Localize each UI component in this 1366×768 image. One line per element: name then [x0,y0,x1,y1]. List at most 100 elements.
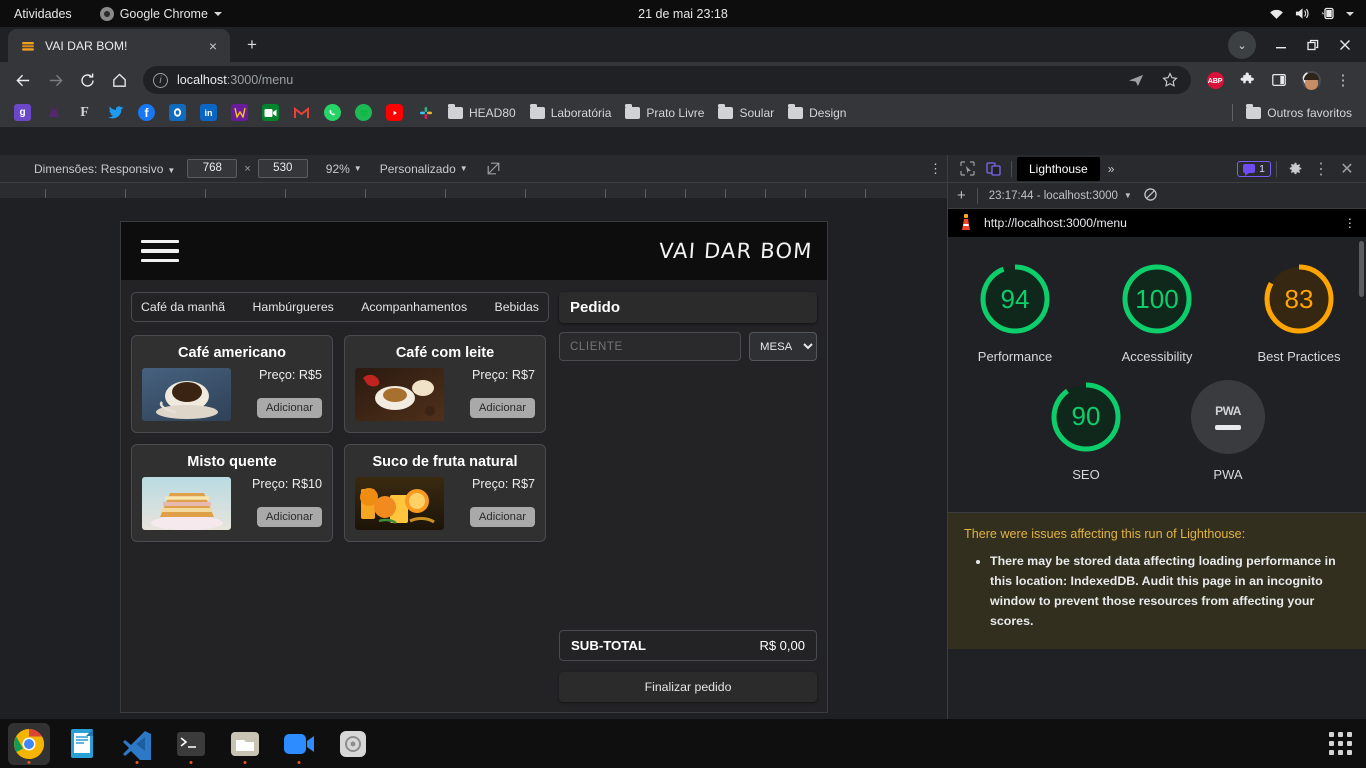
adblock-plus-icon[interactable]: ABP [1200,65,1230,95]
bookmark-bucks[interactable] [38,101,69,125]
app-menu[interactable]: Google Chrome [99,6,222,21]
gauge-ring: 83 [1262,262,1336,336]
inspect-icon[interactable] [954,158,980,180]
bookmark-linkedin[interactable]: in [193,101,224,125]
bookmark-youtube[interactable] [379,101,410,125]
tab-strip: VAI DAR BOM! × + ⌄ [0,27,1366,62]
chevron-down-icon[interactable]: ⌄ [1228,31,1256,59]
x-separator: × [244,162,251,175]
dock-item-files[interactable] [224,723,266,765]
gauge-seo[interactable]: 90 SEO [1032,380,1140,486]
other-bookmarks-button[interactable]: Outros favoritos [1239,101,1359,125]
width-input[interactable]: 768 [187,159,238,178]
dock-item-vscode[interactable] [116,723,158,765]
new-run-button[interactable]: + [957,187,966,204]
bookmark-folder-design[interactable]: Design [781,101,853,125]
gauge-accessibility[interactable]: 100 Accessibility [1103,262,1211,368]
add-button[interactable]: Adicionar [256,398,322,418]
bookmark-folder-head80[interactable]: HEAD80 [441,101,523,125]
close-icon[interactable]: × [204,38,222,54]
tab-lighthouse[interactable]: Lighthouse [1017,156,1100,181]
dock-item-chrome[interactable] [8,722,50,765]
maximize-button[interactable] [1298,31,1328,59]
run-selector[interactable]: 23:17:44 - localhost:3000 [989,190,1118,202]
show-applications-icon[interactable] [1329,732,1352,755]
lighthouse-report-body[interactable]: 94 Performance 100 Accessibility 83 Best… [948,237,1366,746]
system-tray[interactable] [1269,7,1366,20]
no-entry-icon[interactable] [1144,187,1157,204]
share-icon[interactable] [1121,65,1151,95]
hamburger-menu-icon[interactable] [141,234,179,269]
tab-bebidas[interactable]: Bebidas [495,300,539,314]
back-icon[interactable] [8,65,38,95]
devtools-menu-icon[interactable]: ⋮ [1308,158,1334,180]
dock-item-settings[interactable] [332,723,374,765]
bookmark-folder-prato-livre[interactable]: Prato Livre [618,101,711,125]
dock-item-terminal[interactable] [170,723,212,765]
home-icon[interactable] [104,65,134,95]
close-icon[interactable]: ✕ [1334,158,1360,180]
tab-acompanhamentos[interactable]: Acompanhamentos [361,300,467,314]
finish-order-button[interactable]: Finalizar pedido [559,672,817,702]
dock-item-zoom[interactable] [278,723,320,765]
scrollbar-thumb[interactable] [1359,241,1364,297]
add-button[interactable]: Adicionar [469,507,535,527]
tab-cafe-da-manha[interactable]: Café da manhã [141,300,225,314]
height-input[interactable]: 530 [257,159,308,178]
dock-item-libreoffice-writer[interactable] [62,723,104,765]
linkedin-icon: in [200,104,217,121]
side-panel-icon[interactable] [1264,65,1294,95]
rotate-icon[interactable] [486,161,501,176]
table-select[interactable]: MESA [749,332,817,361]
gauge-performance[interactable]: 94 Performance [961,262,1069,368]
tab-hamburgueres[interactable]: Hambúrgueres [252,300,333,314]
add-button[interactable]: Adicionar [469,398,535,418]
activities-button[interactable]: Atividades [0,7,86,21]
bookmark-whatsapp[interactable] [317,101,348,125]
tray-chevron-icon[interactable] [1346,11,1354,16]
client-input[interactable] [559,332,741,361]
reload-icon[interactable] [72,65,102,95]
chevron-down-icon[interactable]: ▼ [1124,191,1132,200]
bookmark-g[interactable]: g [7,101,38,125]
info-icon[interactable]: i [153,72,168,88]
bookmark-facebook[interactable]: f [131,101,162,125]
bookmark-f-serif[interactable]: F [69,101,100,125]
bookmark-twitter[interactable] [100,101,131,125]
gauge-pwa[interactable]: PWA PWA [1174,379,1282,486]
report-menu-icon[interactable]: ⋮ [1344,216,1356,230]
add-button[interactable]: Adicionar [256,507,322,527]
more-tabs-icon[interactable]: » [1100,162,1123,176]
gauge-best-practices[interactable]: 83 Best Practices [1245,262,1353,368]
bookmark-slack[interactable] [410,101,441,125]
new-tab-button[interactable]: + [238,31,266,59]
bookmark-folder-laboratoria[interactable]: Laboratória [523,101,619,125]
gnome-top-bar: Atividades Google Chrome 21 de mai 23:18 [0,0,1366,27]
bookmark-spotify[interactable] [348,101,379,125]
browser-menu-icon[interactable]: ⋮ [1328,65,1358,95]
minimize-button[interactable] [1266,31,1296,59]
f-serif-icon: F [80,104,89,120]
zoom-dropdown[interactable]: 92% ▼ [326,162,362,176]
tab-vai-dar-bom[interactable]: VAI DAR BOM! × [8,29,230,62]
close-button[interactable] [1330,31,1360,59]
star-icon[interactable] [1155,65,1185,95]
throttling-dropdown[interactable]: Personalizado ▼ [380,162,468,176]
bookmark-outlook[interactable] [162,101,193,125]
resize-handle-corner[interactable] [827,710,828,713]
address-bar[interactable]: i localhost:3000/menu [143,66,1191,94]
bookmark-meet[interactable] [255,101,286,125]
issues-badge[interactable]: 1 [1237,160,1271,177]
bookmark-gmail[interactable] [286,101,317,125]
bookmark-folder-soular[interactable]: Soular [711,101,781,125]
device-toggle-icon[interactable] [980,158,1006,180]
bookmark-whats[interactable] [224,101,255,125]
extensions-icon[interactable] [1232,65,1262,95]
avatar[interactable] [1296,65,1326,95]
gear-icon[interactable] [1282,158,1308,180]
device-more-icon[interactable]: ⋮ [929,162,942,175]
dimensions-dropdown[interactable]: Dimensões: Responsivo ▼ [34,162,175,176]
url-host: localhost [177,73,227,87]
forward-icon[interactable] [40,65,70,95]
latte-photo [355,368,444,421]
